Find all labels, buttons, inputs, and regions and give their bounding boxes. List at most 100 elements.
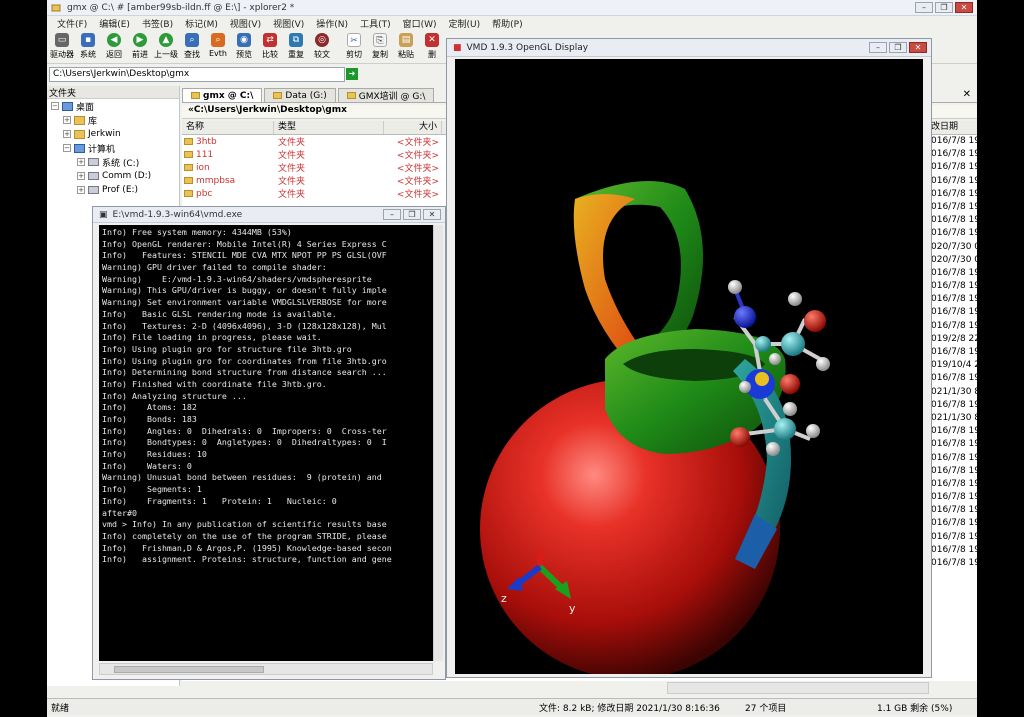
minimize-button[interactable]: – (383, 209, 401, 220)
cut-button[interactable]: ✂ 剪切 (341, 31, 367, 63)
preview-button[interactable]: ◉ 预览 (231, 31, 257, 63)
tree-item-user[interactable]: + Jerkwin (47, 127, 179, 141)
expand-icon[interactable]: + (77, 158, 85, 166)
copy-icon: ⎘ (373, 33, 387, 47)
console-line: Info) Frishman,D & Argos,P. (1995) Knowl… (102, 542, 392, 553)
menu-window[interactable]: 窗口(W) (397, 16, 443, 30)
status-ready: 就绪 (51, 704, 70, 714)
minimize-button[interactable]: – (869, 42, 887, 53)
expand-icon[interactable]: + (63, 130, 71, 138)
molecule-viewport[interactable]: z y (455, 59, 923, 674)
console-line: Info) Determining bond structure from di… (102, 367, 387, 378)
folder-icon (184, 138, 193, 145)
close-button[interactable]: ✕ (955, 2, 973, 13)
paste-button[interactable]: ▤ 粘贴 (393, 31, 419, 63)
delete-button[interactable]: ✕ 删 (419, 31, 445, 63)
tree-item-drive-c[interactable]: + 系统 (C:) (47, 155, 179, 169)
tree-item-computer[interactable]: − 计算机 (47, 141, 179, 155)
collapse-icon[interactable]: − (63, 144, 71, 152)
status-bar: 就绪 文件: 8.2 kB; 修改日期 2021/1/30 8:16:36 27… (47, 698, 977, 715)
tree-item-desktop[interactable]: − 桌面 (47, 99, 179, 113)
restore-button[interactable]: ❐ (889, 42, 907, 53)
computer-icon (74, 143, 85, 153)
menu-mark[interactable]: 标记(M) (179, 16, 224, 30)
restore-button[interactable]: ❐ (935, 2, 953, 13)
menu-help[interactable]: 帮助(P) (486, 16, 528, 30)
duplicate-button[interactable]: ⧉ 重复 (283, 31, 309, 63)
vertical-scrollbar[interactable] (433, 225, 443, 661)
date-cell: 016/7/8 19 (931, 162, 981, 173)
restore-button[interactable]: ❐ (403, 209, 421, 220)
console-line: Info) Waters: 0 (102, 460, 192, 471)
minimize-button[interactable]: – (915, 2, 933, 13)
copy-button[interactable]: ⎘ 复制 (367, 31, 393, 63)
up-button[interactable]: ▲ 上一级 (153, 31, 179, 63)
console-line: Info) Free system memory: 4344MB (53%) (102, 227, 292, 237)
folder-icon (273, 92, 283, 99)
horizontal-scrollbar[interactable] (99, 663, 433, 675)
back-icon: ◀ (107, 33, 121, 47)
column-size[interactable]: 大小 (384, 121, 442, 134)
up-arrow-icon: ▲ (159, 33, 173, 47)
console-line: Info) Textures: 2-D (4096x4096), 3-D (12… (102, 320, 387, 331)
back-button[interactable]: ◀ 返回 (101, 31, 127, 63)
console-line: Info) Fragments: 1 Protein: 1 Nucleic: 0 (102, 495, 337, 506)
tree-item-drive-d[interactable]: + Comm (D:) (47, 169, 179, 183)
menu-actions[interactable]: 操作(N) (310, 16, 354, 30)
column-name[interactable]: 名称 (182, 121, 274, 134)
diff-button[interactable]: ◎ 较文 (309, 31, 335, 63)
menu-tools[interactable]: 工具(T) (354, 16, 397, 30)
column-date[interactable]: 改日期 (929, 121, 977, 135)
console-line: after#0 (102, 507, 137, 518)
expand-icon[interactable]: + (63, 116, 71, 124)
everything-button[interactable]: ⌕ Evth (205, 31, 231, 63)
close-button[interactable]: ✕ (423, 209, 441, 220)
menu-edit2[interactable]: 视图(V) (224, 16, 267, 30)
console-titlebar[interactable]: ▣ E:\vmd-1.9.3-win64\vmd.exe – ❐ ✕ (93, 207, 445, 223)
scroll-thumb[interactable] (114, 666, 264, 673)
opengl-titlebar[interactable]: ■ VMD 1.9.3 OpenGL Display – ❐ ✕ (447, 39, 931, 57)
date-cell: 016/7/8 19 (931, 228, 981, 239)
date-cell: 016/7/8 19 (931, 373, 981, 384)
menu-customize[interactable]: 定制(U) (443, 16, 487, 30)
find-button[interactable]: ⌕ 查找 (179, 31, 205, 63)
menu-bar: 文件(F) 编辑(E) 书签(B) 标记(M) 视图(V) 视图(V) 操作(N… (47, 16, 977, 30)
close-button[interactable]: ✕ (909, 42, 927, 53)
compare-icon: ⇄ (263, 33, 277, 47)
explorer-titlebar[interactable]: gmx @ C:\ # [amber99sb-ildn.ff @ E:\] - … (47, 0, 977, 16)
system-button[interactable]: ▪ 系统 (75, 31, 101, 63)
expand-icon[interactable]: + (77, 172, 85, 180)
everything-icon: ⌕ (211, 33, 225, 47)
compare-button[interactable]: ⇄ 比较 (257, 31, 283, 63)
date-cell: 016/7/8 19 (931, 149, 981, 160)
menu-edit[interactable]: 编辑(E) (93, 16, 136, 30)
menu-bookmarks[interactable]: 书签(B) (136, 16, 179, 30)
console-output[interactable]: Info) Free system memory: 4344MB (53%) In… (99, 225, 433, 661)
forward-button[interactable]: ▶ 前进 (127, 31, 153, 63)
drives-button[interactable]: ▭ 驱动器 (49, 31, 75, 63)
tree-item-libraries[interactable]: + 库 (47, 113, 179, 127)
menu-view[interactable]: 视图(V) (267, 16, 310, 30)
date-cell: 020/7/30 0 (931, 254, 981, 265)
go-arrow-icon[interactable]: ➜ (346, 68, 358, 80)
folder-icon (184, 190, 193, 197)
console-line: Warning) E:/vmd-1.9.3-win64/shaders/vmds… (102, 273, 372, 284)
console-line: Info) Using plugin gro for structure fil… (102, 343, 352, 354)
menu-file[interactable]: 文件(F) (51, 16, 93, 30)
tab-data[interactable]: Data (G:) (264, 88, 336, 102)
tab-gmx-training[interactable]: GMX培训 @ G:\ (337, 88, 435, 102)
expand-icon[interactable]: + (77, 186, 85, 194)
collapse-icon[interactable]: − (51, 102, 59, 110)
address-input[interactable]: C:\Users\Jerkwin\Desktop\gmx (49, 67, 345, 82)
tab-gmx[interactable]: gmx @ C:\ (182, 88, 263, 102)
column-type[interactable]: 类型 (274, 121, 384, 134)
tree-item-drive-e[interactable]: + Prof (E:) (47, 183, 179, 197)
date-cell: 019/2/8 22 (931, 333, 981, 344)
folder-icon (184, 164, 193, 171)
console-line: Info) Segments: 1 (102, 484, 202, 495)
close-pane-icon[interactable]: ✕ (963, 89, 971, 100)
duplicate-icon: ⧉ (289, 33, 303, 47)
console-line: Info) completely on the use of the progr… (102, 530, 387, 541)
horizontal-scrollbar[interactable] (667, 682, 929, 694)
date-cell: 016/7/8 19 (931, 558, 981, 568)
